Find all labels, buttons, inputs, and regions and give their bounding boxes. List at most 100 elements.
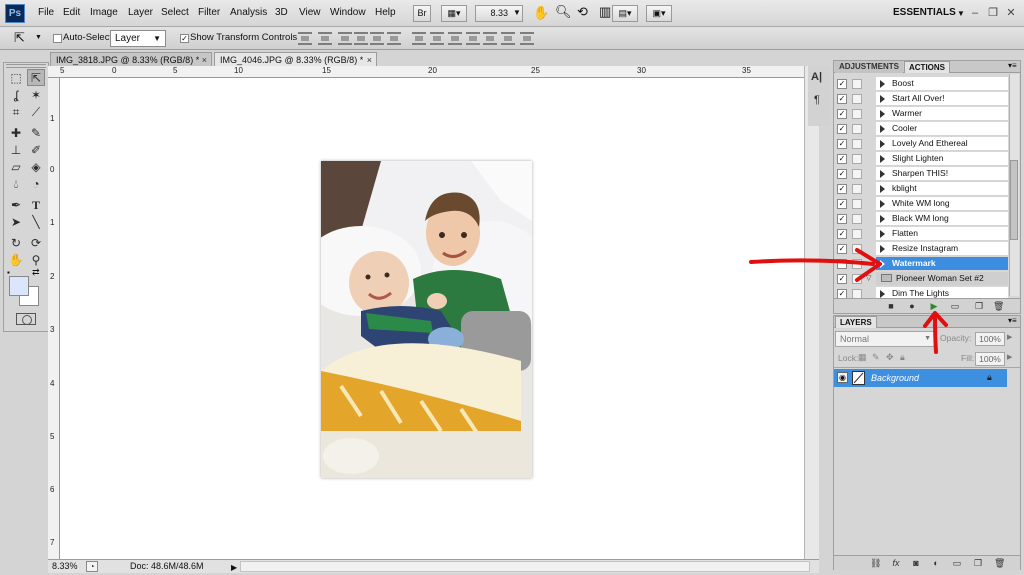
dialog-toggle-box[interactable] (852, 94, 862, 104)
dialog-toggle-box[interactable] (852, 199, 862, 209)
expand-triangle-icon[interactable] (880, 170, 885, 178)
record-icon[interactable]: ● (907, 301, 917, 311)
vertical-ruler[interactable]: 1 0 1 2 3 4 5 6 7 (48, 78, 60, 559)
align-vcenter-icon[interactable] (318, 32, 332, 45)
fill-field[interactable]: 100% (975, 352, 1005, 366)
action-row[interactable]: ✓ kblight (833, 181, 1008, 196)
align-hcenter-icon[interactable] (370, 32, 384, 45)
actions-scroll-thumb[interactable] (1010, 160, 1018, 240)
layer-style-icon[interactable]: fx (891, 558, 901, 568)
move-tool-icon[interactable]: ⇱ (14, 30, 25, 46)
pen-tool-icon[interactable]: ✒ (7, 197, 25, 214)
auto-select-checkbox[interactable] (53, 34, 62, 43)
action-row[interactable]: ✓ Start All Over! (833, 91, 1008, 106)
distribute-top-icon[interactable] (412, 32, 426, 45)
align-right-icon[interactable] (387, 32, 401, 45)
action-toggle-checkbox[interactable]: ✓ (837, 214, 847, 224)
view-extras-icon[interactable]: ▦▾ (441, 5, 467, 22)
dialog-toggle-box[interactable] (852, 184, 862, 194)
tab-img-3818[interactable]: IMG_3818.JPG @ 8.33% (RGB/8) * × (50, 52, 212, 66)
stop-icon[interactable]: ■ (886, 301, 896, 311)
type-tool-icon[interactable]: T (27, 197, 45, 214)
menu-3d[interactable]: 3D (275, 7, 288, 18)
adjustment-layer-icon[interactable]: ◐ (931, 558, 941, 568)
3d-orbit-tool-icon[interactable]: ⟳ (27, 235, 45, 252)
delete-icon[interactable]: 🗑︎ (993, 301, 1004, 311)
expand-triangle-icon[interactable] (880, 215, 885, 223)
distribute-right-icon[interactable] (501, 32, 515, 45)
character-panel-icon[interactable]: A| (811, 71, 822, 83)
auto-select-target-dropdown[interactable]: Layer ▼ (110, 30, 166, 47)
dodge-tool-icon[interactable]: ◔ (27, 176, 45, 193)
delete-layer-icon[interactable]: 🗑︎ (994, 558, 1005, 568)
expand-triangle-icon[interactable] (880, 125, 885, 133)
dialog-toggle-box[interactable] (852, 169, 862, 179)
blur-tool-icon[interactable]: 💧︎ (7, 176, 25, 193)
expand-triangle-icon[interactable] (880, 185, 885, 193)
action-toggle-checkbox[interactable]: ✓ (837, 154, 847, 164)
quick-mask-icon[interactable] (16, 313, 36, 325)
paint-bucket-tool-icon[interactable]: ◈ (27, 159, 45, 176)
document-image[interactable] (321, 161, 532, 478)
action-toggle-checkbox[interactable]: ✓ (837, 94, 847, 104)
new-set-icon[interactable]: ▭ (950, 301, 960, 311)
expand-triangle-icon[interactable] (880, 290, 885, 298)
action-toggle-checkbox[interactable]: ✓ (837, 184, 847, 194)
tab-img-4046[interactable]: IMG_4046.JPG @ 8.33% (RGB/8) * × (214, 52, 377, 66)
screen-mode-icon[interactable]: ▣▾ (646, 5, 672, 22)
horizontal-scrollbar[interactable] (240, 561, 810, 572)
foreground-color-swatch-front[interactable] (9, 276, 29, 296)
expand-triangle-icon[interactable] (880, 95, 885, 103)
action-row[interactable]: ✓ Boost (833, 76, 1008, 91)
chevron-down-icon[interactable]: ▼ (35, 34, 42, 41)
expand-triangle-icon[interactable] (880, 140, 885, 148)
show-transform-checkbox[interactable]: ✓ (180, 34, 189, 43)
action-toggle-checkbox[interactable]: ✓ (837, 124, 847, 134)
action-row[interactable]: ✓ Sharpen THIS! (833, 166, 1008, 181)
dialog-toggle-box[interactable] (852, 214, 862, 224)
arrange-documents-icon[interactable]: ▤▾ (612, 5, 638, 22)
action-toggle-checkbox[interactable]: ✓ (837, 139, 847, 149)
paragraph-panel-icon[interactable]: ¶ (814, 94, 820, 106)
close-icon[interactable]: ✕ (1004, 6, 1018, 20)
layer-mask-icon[interactable]: ◙ (911, 558, 921, 568)
action-toggle-checkbox[interactable]: ✓ (837, 169, 847, 179)
fill-slider-arrow-icon[interactable]: ▶ (1007, 353, 1012, 361)
opacity-field[interactable]: 100% (975, 332, 1005, 346)
zoom-tool-icon[interactable]: 🔍︎ (555, 4, 572, 20)
path-select-tool-icon[interactable]: ➤ (7, 214, 25, 231)
auto-align-icon[interactable] (520, 32, 534, 45)
grid-extras-icon[interactable]: ▥ (599, 4, 611, 20)
distribute-bottom-icon[interactable] (448, 32, 462, 45)
lasso-tool-icon[interactable]: ʆ (7, 87, 25, 104)
close-icon[interactable]: × (367, 53, 372, 67)
quick-select-tool-icon[interactable]: ✶ (27, 87, 45, 104)
action-row[interactable]: ✓ Flatten (833, 226, 1008, 241)
action-row[interactable]: ✓ White WM long (833, 196, 1008, 211)
dialog-toggle-box[interactable] (852, 79, 862, 89)
tab-layers[interactable]: LAYERS (835, 316, 877, 328)
status-menu-icon[interactable]: ▶ (231, 561, 237, 574)
healing-brush-tool-icon[interactable]: ✚ (7, 125, 25, 142)
new-layer-icon[interactable]: ❐ (973, 558, 983, 568)
expand-triangle-icon[interactable] (880, 110, 885, 118)
action-row[interactable]: ✓ Lovely And Ethereal (833, 136, 1008, 151)
line-tool-icon[interactable]: ╲ (27, 214, 45, 231)
lock-all-icon[interactable]: 🔒︎ (900, 352, 905, 363)
expand-triangle-icon[interactable] (880, 200, 885, 208)
panel-menu-icon[interactable]: ▾≡ (1008, 316, 1017, 325)
status-zoom[interactable]: 8.33% (52, 560, 78, 573)
eye-icon[interactable]: ◉ (837, 372, 848, 383)
restore-icon[interactable]: ❐ (986, 6, 1000, 20)
align-bottom-icon[interactable] (338, 32, 352, 45)
crop-tool-icon[interactable]: ⌗ (7, 104, 25, 121)
distribute-left-icon[interactable] (466, 32, 480, 45)
lock-position-icon[interactable]: ✥ (886, 352, 894, 363)
align-top-icon[interactable] (298, 32, 312, 45)
horizontal-ruler[interactable]: 5 0 5 10 15 20 25 30 35 (48, 66, 804, 78)
3d-rotate-tool-icon[interactable]: ↻ (7, 235, 25, 252)
menu-file[interactable]: File (38, 7, 54, 18)
action-row[interactable]: ✓ Cooler (833, 121, 1008, 136)
canvas-scrollbar[interactable] (804, 66, 819, 559)
blend-mode-dropdown[interactable]: Normal ▼ (835, 331, 935, 347)
